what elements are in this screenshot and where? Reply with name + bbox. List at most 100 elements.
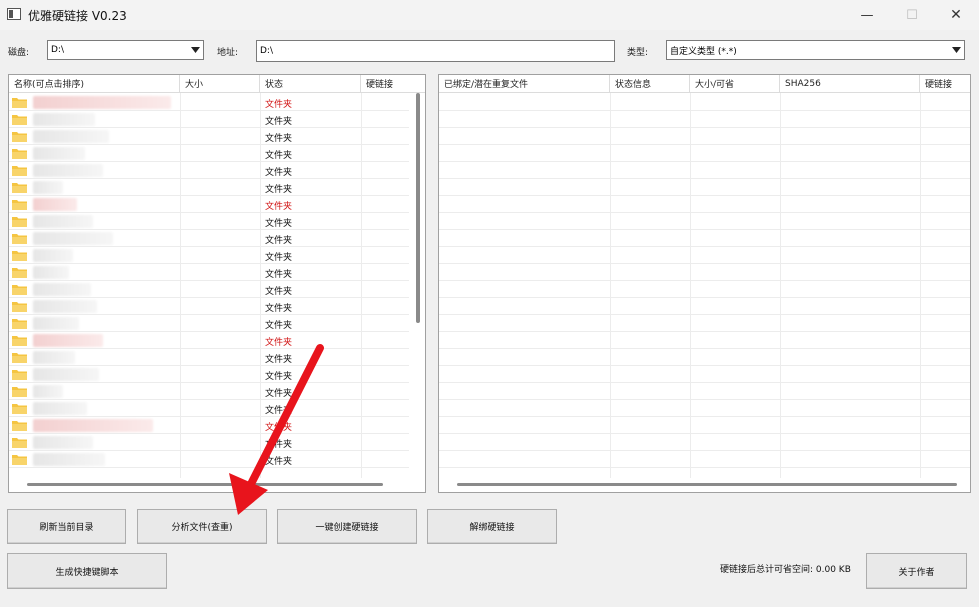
list-item[interactable]: 文件夹 (9, 451, 409, 468)
chevron-down-icon[interactable] (948, 41, 964, 59)
list-item[interactable]: 文件夹 (9, 400, 409, 417)
status-cell: 文件夹 (265, 185, 293, 195)
address-input[interactable]: D:\ (256, 40, 615, 62)
column-header-size-saving[interactable]: 大小/可省 (690, 75, 780, 93)
row-divider (439, 110, 970, 111)
maximize-button[interactable]: ☐ (889, 0, 935, 30)
list-item[interactable]: 文件夹 (9, 94, 409, 111)
row-divider (439, 127, 970, 128)
refresh-directory-button[interactable]: 刷新当前目录 (7, 509, 126, 544)
row-divider (439, 416, 970, 417)
list-item[interactable]: 文件夹 (9, 383, 409, 400)
list-item[interactable]: 文件夹 (9, 179, 409, 196)
row-divider (439, 382, 970, 383)
list-item[interactable]: 文件夹 (9, 230, 409, 247)
list-item[interactable]: 文件夹 (9, 128, 409, 145)
list-item[interactable]: 文件夹 (9, 332, 409, 349)
row-divider (439, 263, 970, 264)
status-cell: 文件夹 (265, 304, 293, 314)
list-item[interactable]: 文件夹 (9, 298, 409, 315)
folder-icon (12, 387, 27, 397)
status-cell: 文件夹 (265, 338, 293, 348)
file-name-redacted (33, 96, 171, 109)
disk-select-value: D:\ (51, 45, 64, 55)
list-item[interactable]: 文件夹 (9, 264, 409, 281)
row-divider (439, 195, 970, 196)
list-item[interactable]: 文件夹 (9, 247, 409, 264)
file-name-redacted (33, 147, 85, 160)
row-divider (439, 212, 970, 213)
file-name-redacted (33, 130, 109, 143)
list-item[interactable]: 文件夹 (9, 213, 409, 230)
analyze-files-button[interactable]: 分析文件(查重) (137, 509, 267, 544)
type-label: 类型: (627, 48, 649, 58)
status-cell: 文件夹 (265, 355, 293, 365)
file-name-redacted (33, 368, 99, 381)
folder-icon (12, 234, 27, 244)
column-header-hardlink[interactable]: 硬链接 (920, 75, 970, 93)
list-item[interactable]: 文件夹 (9, 349, 409, 366)
file-list[interactable]: 名称(可点击排序) 大小 状态 硬链接 文件夹 文件夹 文件夹 文件夹 文件夹 文件夹 文件… (8, 74, 426, 493)
list-item[interactable]: 文件夹 (9, 417, 409, 434)
status-cell: 文件夹 (265, 253, 293, 263)
type-select[interactable]: 自定义类型 (*.*) (666, 40, 965, 60)
folder-icon (12, 353, 27, 363)
folder-icon (12, 251, 27, 261)
disk-select[interactable]: D:\ (47, 40, 204, 60)
row-divider (439, 297, 970, 298)
column-header-status-info[interactable]: 状态信息 (610, 75, 690, 93)
row-divider (439, 314, 970, 315)
row-divider (439, 450, 970, 451)
chevron-down-icon[interactable] (187, 41, 203, 59)
list-item[interactable]: 文件夹 (9, 315, 409, 332)
window-title: 优雅硬链接 V0.23 (28, 9, 127, 23)
horizontal-scrollbar[interactable] (457, 483, 957, 486)
file-name-redacted (33, 317, 79, 330)
list-item[interactable]: 文件夹 (9, 366, 409, 383)
create-hardlinks-button[interactable]: 一键创建硬链接 (277, 509, 417, 544)
row-divider (439, 280, 970, 281)
disk-label: 磁盘: (8, 48, 30, 58)
horizontal-scrollbar[interactable] (27, 483, 383, 486)
folder-icon (12, 438, 27, 448)
list-item[interactable]: 文件夹 (9, 196, 409, 213)
column-header-name[interactable]: 名称(可点击排序) (9, 75, 180, 93)
unbind-hardlinks-button[interactable]: 解绑硬链接 (427, 509, 557, 544)
row-divider (439, 144, 970, 145)
close-button[interactable]: ✕ (933, 0, 979, 30)
column-header-status[interactable]: 状态 (260, 75, 361, 93)
list-item[interactable]: 文件夹 (9, 162, 409, 179)
status-cell: 文件夹 (265, 134, 293, 144)
row-divider (439, 229, 970, 230)
row-divider (439, 331, 970, 332)
status-cell: 文件夹 (265, 202, 293, 212)
folder-icon (12, 217, 27, 227)
list-item[interactable]: 文件夹 (9, 145, 409, 162)
column-header-bound-files[interactable]: 已绑定/潜在重复文件 (439, 75, 610, 93)
status-cell: 文件夹 (265, 270, 293, 280)
generate-script-button[interactable]: 生成快捷键脚本 (7, 553, 167, 589)
vertical-scrollbar[interactable] (416, 93, 420, 323)
status-cell: 文件夹 (265, 457, 293, 467)
minimize-button[interactable]: — (844, 0, 890, 30)
list-item[interactable]: 文件夹 (9, 434, 409, 451)
column-header-sha256[interactable]: SHA256 (780, 75, 920, 93)
status-cell: 文件夹 (265, 406, 293, 416)
about-author-button[interactable]: 关于作者 (866, 553, 967, 589)
file-name-redacted (33, 385, 63, 398)
type-select-value: 自定义类型 (*.*) (670, 46, 737, 57)
folder-icon (12, 302, 27, 312)
duplicate-list[interactable]: 已绑定/潜在重复文件 状态信息 大小/可省 SHA256 硬链接 (438, 74, 971, 493)
column-header-hardlink[interactable]: 硬链接 (361, 75, 425, 93)
file-name-redacted (33, 300, 97, 313)
list-item[interactable]: 文件夹 (9, 281, 409, 298)
status-cell: 文件夹 (265, 389, 293, 399)
file-name-redacted (33, 402, 87, 415)
file-name-redacted (33, 198, 77, 211)
folder-icon (12, 132, 27, 142)
column-header-size[interactable]: 大小 (180, 75, 260, 93)
list-item[interactable]: 文件夹 (9, 111, 409, 128)
title-bar (0, 0, 979, 30)
row-divider (439, 161, 970, 162)
status-cell: 文件夹 (265, 321, 293, 331)
